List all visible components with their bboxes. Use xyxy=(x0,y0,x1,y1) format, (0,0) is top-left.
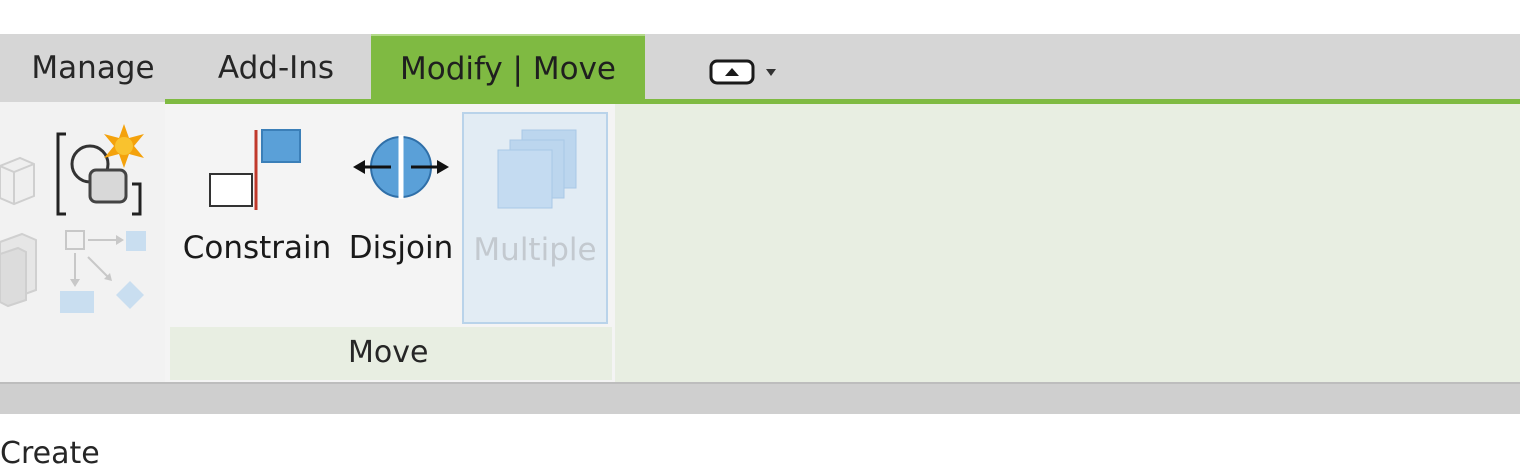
panel-minimize-icon xyxy=(709,59,776,85)
disjoin-button[interactable]: Disjoin xyxy=(343,112,459,322)
constrain-label: Constrain xyxy=(182,230,332,266)
create-panel: Create xyxy=(0,102,165,471)
create-similar-icon[interactable] xyxy=(0,232,40,312)
disjoin-label: Disjoin xyxy=(348,230,454,266)
tab-add-ins[interactable]: Add-Ins xyxy=(196,34,356,102)
move-panel-title-bar: Move xyxy=(170,327,612,380)
multiple-label: Multiple xyxy=(473,232,597,268)
tab-manage[interactable]: Manage xyxy=(18,34,168,102)
create-group-icon[interactable] xyxy=(52,122,152,218)
tab-add-ins-label: Add-Ins xyxy=(217,50,335,86)
tab-manage-label: Manage xyxy=(31,50,155,86)
multiple-button[interactable]: Multiple xyxy=(462,112,608,324)
model-in-place-icon[interactable] xyxy=(0,152,40,212)
constrain-icon xyxy=(209,129,301,210)
ribbon-minimize-toggle[interactable] xyxy=(708,55,788,89)
create-panel-title: Create xyxy=(0,436,100,471)
constrain-button[interactable]: Constrain xyxy=(176,112,338,322)
tab-modify-move[interactable]: Modify | Move xyxy=(371,34,645,102)
multiple-icon xyxy=(497,129,577,209)
create-parts-icon[interactable] xyxy=(58,227,153,317)
tab-modify-move-label: Modify | Move xyxy=(399,51,616,87)
disjoin-icon xyxy=(353,135,449,199)
ribbon-bottom-border xyxy=(0,382,1520,414)
move-panel-title: Move xyxy=(348,335,429,370)
contextual-ribbon-area xyxy=(615,104,1520,382)
